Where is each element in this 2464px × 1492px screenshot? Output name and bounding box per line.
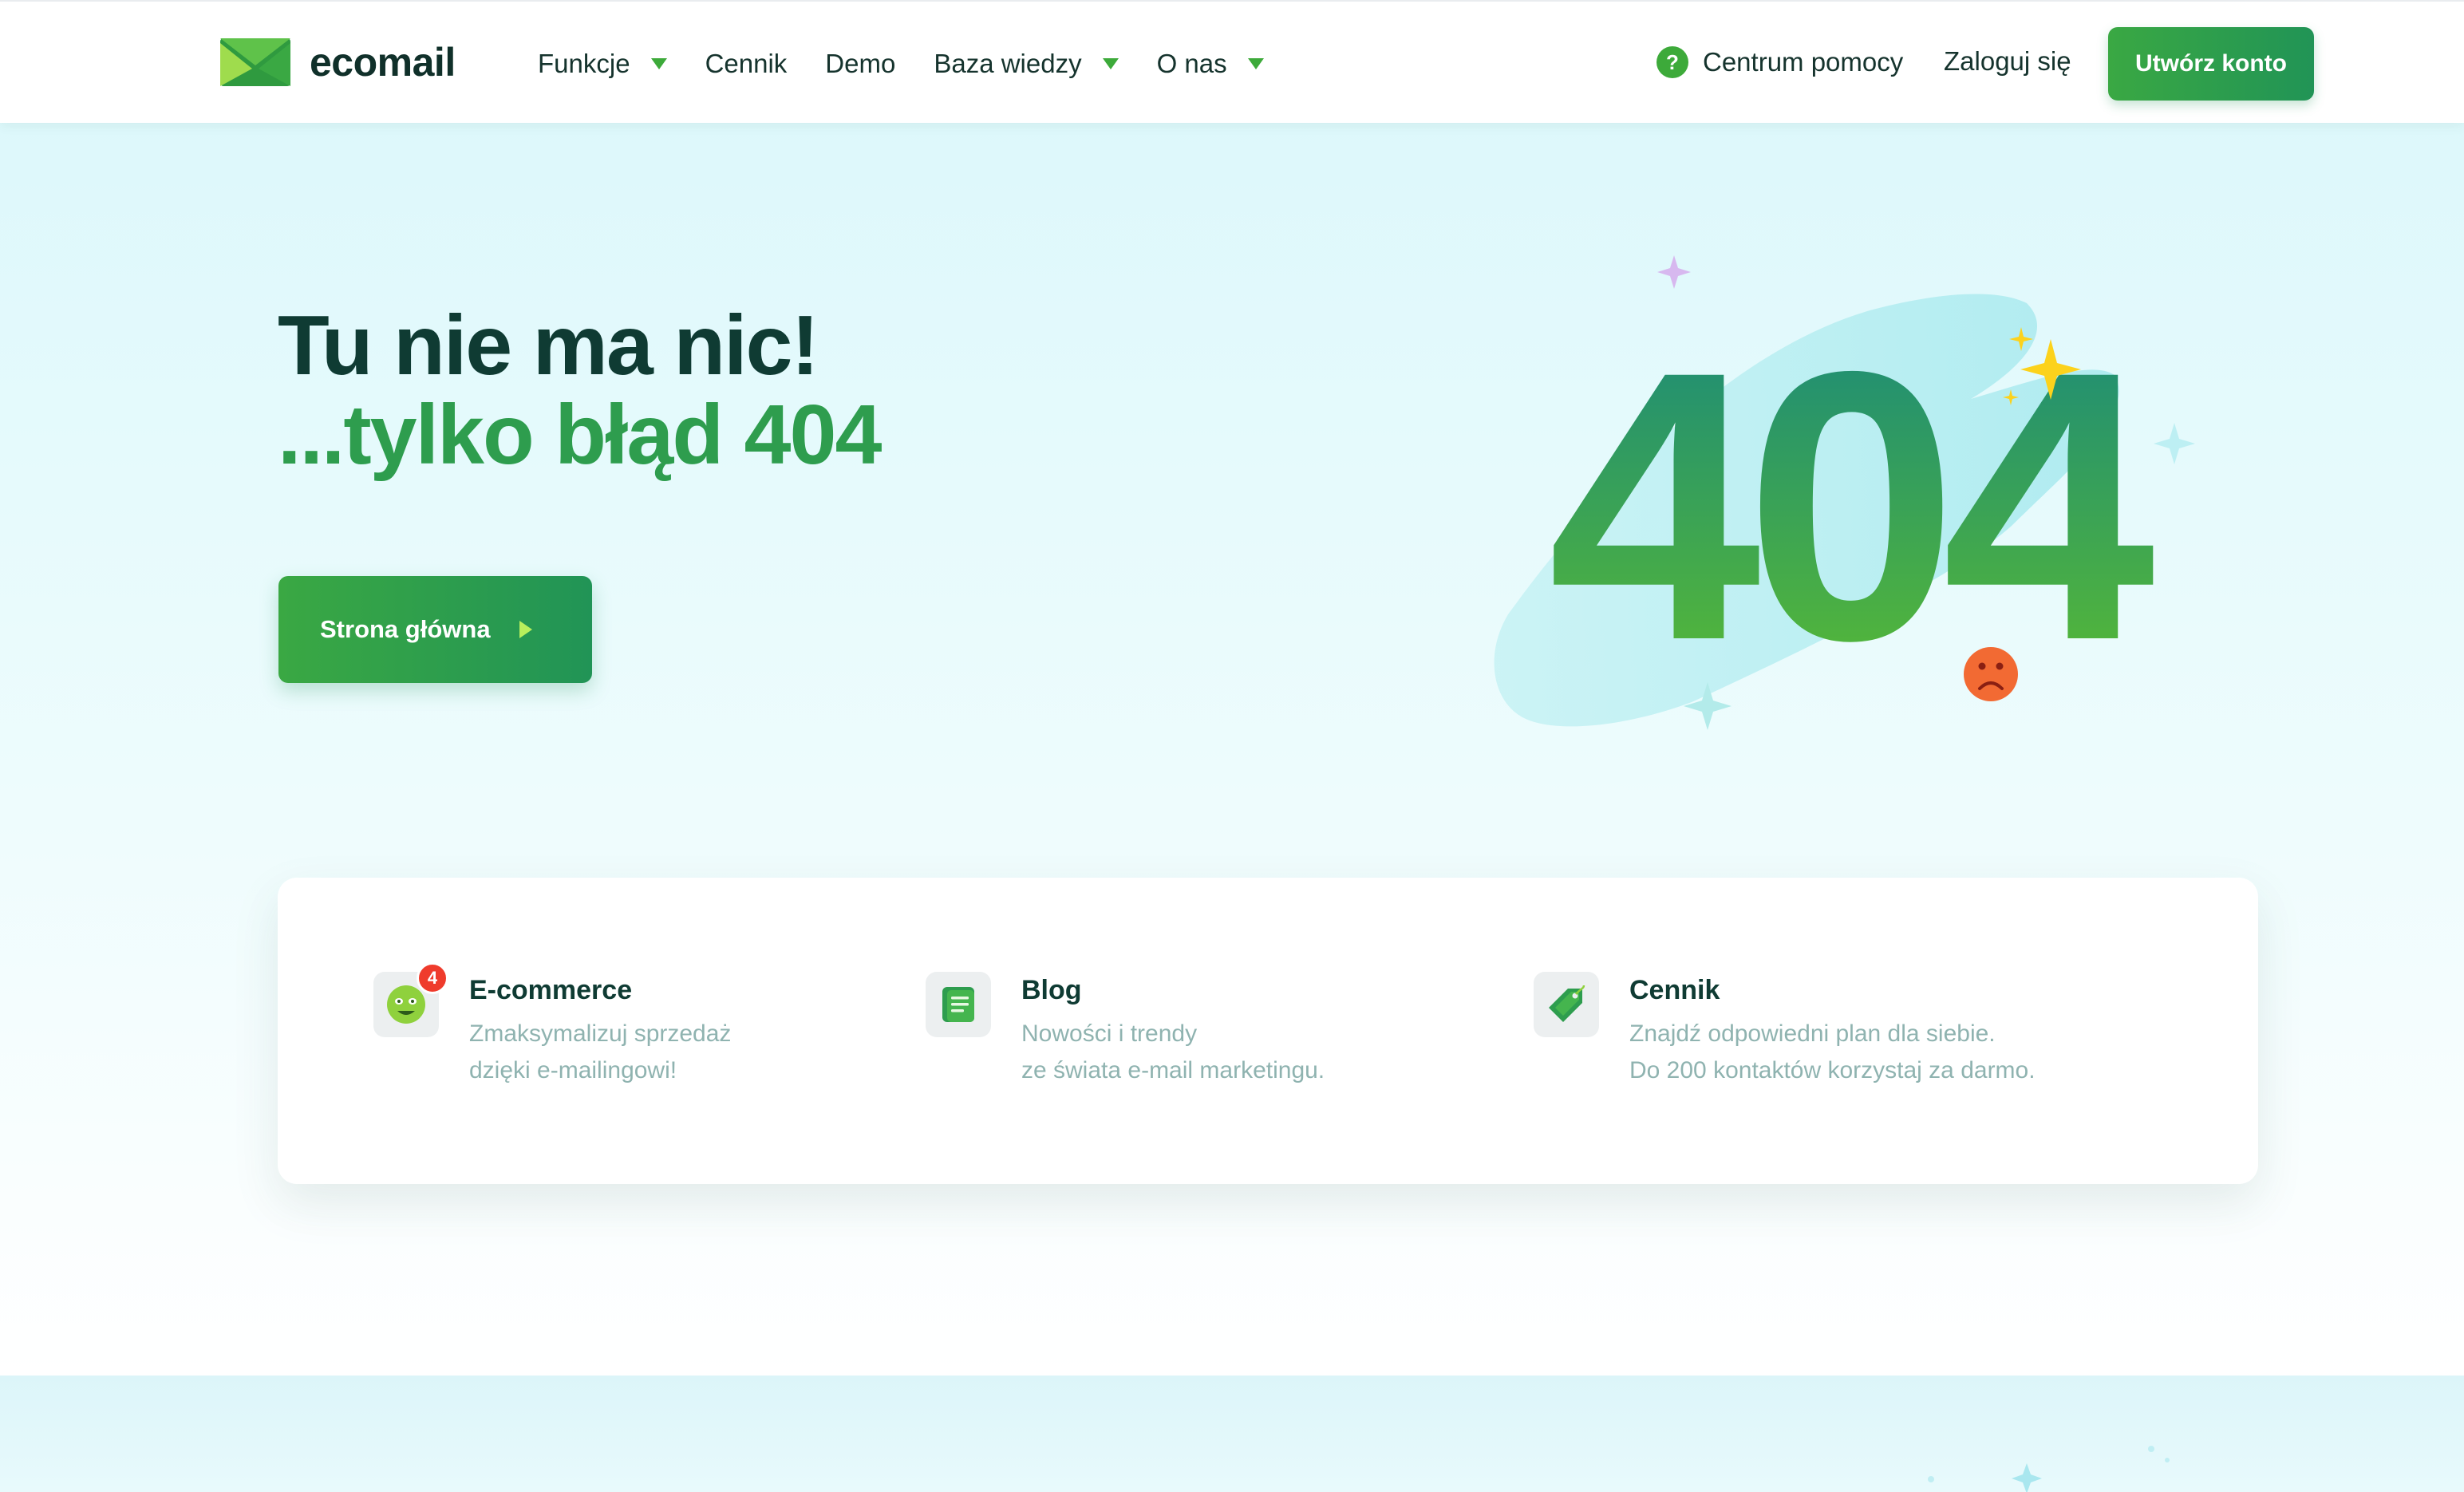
card-description: Zmaksymalizuj sprzedaż dzięki e-mailingo… xyxy=(469,1016,731,1089)
home-page-button-label: Strona główna xyxy=(320,615,491,643)
card-item-ecommerce[interactable]: 4 E-commerce Zmaksymalizuj sprzedaż dzię… xyxy=(373,962,731,1089)
brand-name: ecomail xyxy=(310,40,456,85)
nav-item-label: Demo xyxy=(825,49,896,78)
card-description-line: Nowości i trendy xyxy=(1021,1020,1198,1047)
error-title: Tu nie ma nic! xyxy=(278,298,819,393)
nav-item-o-nas[interactable]: O nas xyxy=(1157,49,1264,79)
price-tag-icon xyxy=(1549,985,1585,1022)
chevron-down-icon xyxy=(650,58,667,69)
question-icon: ? xyxy=(1656,46,1688,78)
card-title: Blog xyxy=(1021,975,1082,1005)
nav-item-label: Cennik xyxy=(705,49,788,78)
help-center-link[interactable]: ? Centrum pomocy xyxy=(1656,46,1903,78)
card-description-line: ze świata e-mail marketingu. xyxy=(1021,1057,1325,1083)
card-title: Cennik xyxy=(1629,975,1720,1005)
card-icon-box: 4 xyxy=(373,962,448,1037)
card-text: E-commerce Zmaksymalizuj sprzedaż dzięki… xyxy=(469,972,731,1089)
card-description-line: Do 200 kontaktów korzystaj za darmo. xyxy=(1629,1057,2036,1083)
card-title: E-commerce xyxy=(469,975,633,1005)
nav-item-label: Baza wiedzy xyxy=(934,49,1082,78)
card-text: Cennik Znajdź odpowiedni plan dla siebie… xyxy=(1629,972,2036,1089)
card-icon-box xyxy=(926,972,991,1037)
sad-face-icon xyxy=(1964,647,2018,701)
main-nav: Funkcje Cennik Demo Baza wiedzy O nas xyxy=(538,41,1302,86)
card-item-cennik[interactable]: Cennik Znajdź odpowiedni plan dla siebie… xyxy=(1534,972,2036,1089)
home-page-button[interactable]: Strona główna xyxy=(278,576,592,683)
help-center-label: Centrum pomocy xyxy=(1703,47,1904,77)
envelope-logo-icon xyxy=(220,38,290,86)
footer-background-strip xyxy=(0,1376,2464,1492)
error-404-illustration: 404 xyxy=(1494,255,2195,730)
chevron-down-icon xyxy=(1102,58,1119,69)
nav-item-funkcje[interactable]: Funkcje xyxy=(538,49,667,79)
card-item-blog[interactable]: Blog Nowości i trendy ze świata e-mail m… xyxy=(926,972,1325,1089)
card-description-line: Zmaksymalizuj sprzedaż xyxy=(469,1020,732,1047)
site-header: ecomail Funkcje Cennik Demo Baza wiedzy … xyxy=(0,0,2464,123)
notification-badge: 4 xyxy=(417,962,448,994)
create-account-button[interactable]: Utwórz konto xyxy=(2108,27,2314,101)
nav-item-label: Funkcje xyxy=(538,49,630,78)
error-code-text: 404 xyxy=(1548,291,2158,720)
card-description-line: Znajdź odpowiedni plan dla siebie. xyxy=(1629,1020,1996,1047)
card-description: Znajdź odpowiedni plan dla siebie. Do 20… xyxy=(1629,1016,2036,1089)
sparkle-icon xyxy=(2154,423,2195,464)
nav-item-baza-wiedzy[interactable]: Baza wiedzy xyxy=(934,49,1119,79)
sparkle-icon xyxy=(1657,255,1691,289)
nav-item-cennik[interactable]: Cennik xyxy=(705,49,788,79)
card-icon-box xyxy=(1534,972,1599,1037)
card-text: Blog Nowości i trendy ze świata e-mail m… xyxy=(1021,972,1325,1089)
nav-item-label: O nas xyxy=(1156,49,1227,78)
quick-links-card: 4 E-commerce Zmaksymalizuj sprzedaż dzię… xyxy=(278,878,2258,1184)
nav-item-demo[interactable]: Demo xyxy=(825,49,895,79)
logo[interactable]: ecomail xyxy=(220,38,456,86)
play-arrow-icon xyxy=(519,621,532,638)
error-subtitle: ...tylko błąd 404 xyxy=(278,388,882,482)
card-description: Nowości i trendy ze świata e-mail market… xyxy=(1021,1016,1325,1089)
login-link[interactable]: Zaloguj się xyxy=(1944,46,2071,77)
chevron-down-icon xyxy=(1247,58,1264,69)
card-description-line: dzięki e-mailingowi! xyxy=(469,1057,677,1083)
sparkle-icon xyxy=(1928,1446,2170,1492)
document-icon xyxy=(942,987,974,1022)
